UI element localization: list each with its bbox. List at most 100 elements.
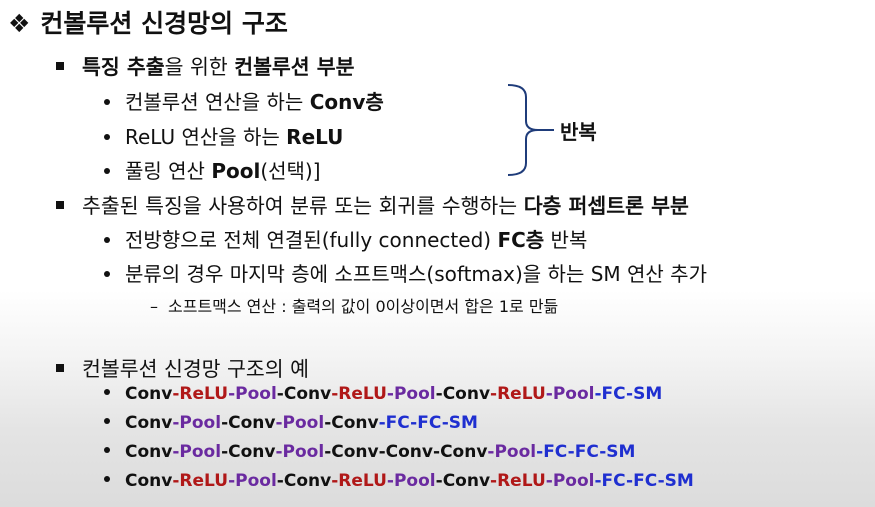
item-text: 전방향으로 전체 연결된(fully connected) [125,228,498,252]
item-text-post: (선택)] [260,159,321,183]
example-token: Conv [442,471,491,491]
section-examples: 컨볼루션 신경망 구조의 예 [56,352,309,382]
title-text: 컨볼루션 신경망의 구조 [40,9,288,38]
item-bold: FC층 [497,228,545,252]
example-token: FC [601,471,627,491]
example-token: ReLU [179,384,229,404]
item-text: 풀링 연산 [125,159,212,183]
example-token: Conv [125,413,173,433]
example-token: Pool [494,442,537,462]
section-bold-1: 특징 추출 [82,55,165,79]
example-separator: - [275,413,283,433]
right-brace-icon [507,84,554,176]
example-separator: - [378,413,386,433]
example-token: FC [543,442,568,462]
example-token: Pool [235,471,277,491]
example-token: Conv [125,384,173,404]
example-separator: - [545,471,553,491]
list-item-pool: 풀링 연산 Pool(선택)] [104,155,321,184]
section-text: 컨볼루션 신경망 구조의 예 [82,357,310,381]
example-token: ReLU [497,384,546,404]
example-token: ReLU [179,471,229,491]
example-token: FC [633,471,658,491]
dot-bullet-icon [104,270,110,277]
example-separator: - [378,442,386,462]
dot-bullet-icon [104,236,110,243]
example-token: Conv [283,471,332,491]
example-token: Conv [385,442,433,462]
item-text: 분류의 경우 마지막 층에 소프트맥스(softmax)을 하는 SM 연산 추… [125,262,707,286]
example-separator: - [275,442,283,462]
example-separator: - [386,384,394,404]
example-token: ReLU [338,384,387,404]
example-line-3: Conv-Pool-Conv-Pool-Conv-Conv-Conv-Pool-… [104,442,635,462]
example-line-2: Conv-Pool-Conv-Pool-Conv-FC-FC-SM [104,413,478,433]
list-item-relu: ReLU 연산을 하는 ReLU [104,121,343,150]
list-item-conv: 컨볼루션 연산을 하는 Conv층 [104,86,384,115]
item-bold: Conv층 [309,90,384,114]
example-token: Conv [228,413,276,433]
example-token: Pool [235,384,277,404]
dot-bullet-icon [104,476,110,482]
item-text: 컨볼루션 연산을 하는 [125,90,310,114]
item-bold: ReLU [286,125,344,149]
example-token: SM [448,413,478,433]
dot-bullet-icon [104,418,110,424]
example-token: Conv [125,442,173,462]
example-token: Pool [179,413,222,433]
section-bold-2: 컨볼루션 부분 [234,55,355,79]
section-bold: 다층 퍼셉트론 부분 [523,194,689,218]
example-token: FC [601,384,627,404]
example-sequence: Conv-Pool-Conv-Pool-Conv-Conv-Conv-Pool-… [125,442,635,462]
example-token: Conv [331,413,379,433]
example-token: FC [574,442,600,462]
square-bullet-icon [56,364,64,372]
example-token: FC [417,413,442,433]
example-token: ReLU [338,471,387,491]
example-separator: - [435,471,443,491]
example-separator: - [433,442,441,462]
diamond-bullet-icon: ❖ [8,9,31,38]
example-separator: - [594,471,602,491]
example-separator: - [545,384,553,404]
dot-bullet-icon [104,98,110,105]
example-token: Pool [282,413,325,433]
square-bullet-icon [56,62,64,70]
example-separator: - [657,471,665,491]
example-token: ReLU [497,471,546,491]
example-token: Pool [282,442,325,462]
example-token: Pool [393,471,436,491]
example-token: Pool [393,384,436,404]
example-token: FC [385,413,411,433]
example-separator: - [441,413,449,433]
example-token: SM [664,471,694,491]
repeat-label: 반복 [560,120,597,144]
slide-title: ❖ 컨볼루션 신경망의 구조 [8,4,288,40]
example-line-1: Conv-ReLU-Pool-Conv-ReLU-Pool-Conv-ReLU-… [104,384,662,404]
example-separator: - [276,384,284,404]
section-mid-text: 을 위한 [164,55,235,79]
item-bold: Pool [211,159,261,183]
dash-bullet-icon: – [150,297,158,316]
item-text-post: 반복 [544,228,588,252]
section-text: 추출된 특징을 사용하여 분류 또는 회귀를 수행하는 [82,194,524,218]
example-separator: - [386,471,394,491]
example-token: Pool [552,384,595,404]
section-mlp: 추출된 특징을 사용하여 분류 또는 회귀를 수행하는 다층 퍼셉트론 부분 [56,189,689,219]
list-item-softmax: 분류의 경우 마지막 층에 소프트맥스(softmax)을 하는 SM 연산 추… [104,258,707,287]
example-token: Pool [179,442,222,462]
example-token: Conv [228,442,276,462]
example-sequence: Conv-ReLU-Pool-Conv-ReLU-Pool-Conv-ReLU-… [125,471,694,491]
example-token: Conv [331,442,379,462]
sub-item-text: 소프트맥스 연산 : 출력의 값이 0이상이면서 합은 1로 만듦 [168,297,559,316]
example-token: Conv [125,471,173,491]
example-separator: - [567,442,575,462]
dot-bullet-icon [104,447,110,453]
example-token: SM [606,442,636,462]
example-separator: - [594,384,602,404]
dot-bullet-icon [104,133,110,140]
example-separator: - [276,471,284,491]
example-sequence: Conv-ReLU-Pool-Conv-ReLU-Pool-Conv-ReLU-… [125,384,662,404]
dot-bullet-icon [104,167,110,174]
example-sequence: Conv-Pool-Conv-Pool-Conv-FC-FC-SM [125,413,478,433]
